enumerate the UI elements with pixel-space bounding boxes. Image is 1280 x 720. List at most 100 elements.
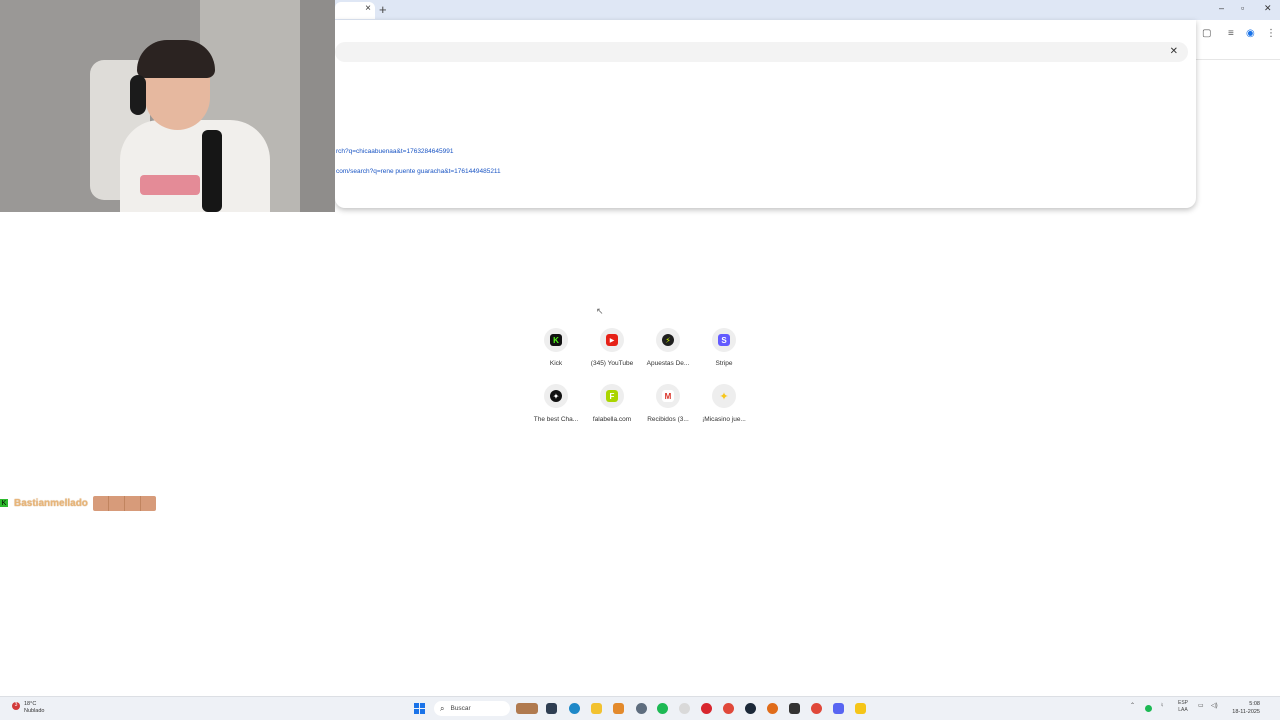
webcam-shadow [300, 0, 335, 212]
shortcut-icon-bg: S [712, 328, 736, 352]
weather-widget[interactable]: 3 18°C Nublado [12, 701, 45, 715]
tab-close-icon[interactable]: × [365, 3, 371, 14]
start-tile [414, 703, 419, 708]
shortcut-icon-bg: M [656, 384, 680, 408]
shortcut-label: The best Cha... [533, 416, 579, 423]
omnibox-suggestion[interactable]: com/search?q=rene puente guaracha&t=1761… [336, 168, 501, 175]
desktop-screen: × + – ▫ ✕ ▢ ≡ ◉ ⋮ ✕ rch?q=chicaabuenaa&t… [0, 0, 1280, 720]
media-player-icon[interactable] [701, 703, 712, 714]
tray-mic-icon[interactable]: ♮ [1161, 702, 1163, 709]
shortcut-youtube[interactable]: ▶ (345) YouTube [584, 328, 640, 367]
youtube-icon: ▶ [606, 334, 618, 346]
microphone-icon [202, 130, 222, 212]
shortcut-falabella[interactable]: F falabella.com [584, 384, 640, 423]
app-orange-icon[interactable] [767, 703, 778, 714]
search-highlight-icon[interactable] [516, 703, 538, 714]
shortcut-gmail[interactable]: M Recibidos (3... [640, 384, 696, 423]
shortcut-micasino[interactable]: ✦ ¡Micasino jue... [696, 384, 752, 423]
chrome-icon[interactable] [723, 703, 734, 714]
omnibox-close-icon[interactable]: ✕ [1170, 46, 1178, 57]
task-view-icon[interactable] [546, 703, 557, 714]
shortcut-icon-bg: ▶ [600, 328, 624, 352]
app-a-icon[interactable] [613, 703, 624, 714]
chrome-profile-icon[interactable] [811, 703, 822, 714]
maximize-button[interactable]: ▫ [1241, 3, 1244, 13]
taskbar-search[interactable]: ⌕ Buscar [434, 701, 510, 716]
discord-icon[interactable] [833, 703, 844, 714]
shortcut-label: ¡Micasino jue... [702, 416, 746, 423]
gmail-icon: M [662, 390, 674, 402]
shortcut-label: falabella.com [592, 416, 632, 423]
weather-temp: 18°C [24, 701, 37, 707]
shortcut-label: Recibidos (3... [647, 416, 689, 423]
music-icon[interactable] [679, 703, 690, 714]
settings-icon[interactable] [636, 703, 647, 714]
address-bar-input[interactable] [335, 42, 1188, 62]
kick-badge-icon: K [0, 499, 8, 507]
windows-start-icon[interactable] [414, 703, 425, 714]
file-explorer-icon[interactable] [591, 703, 602, 714]
shortcut-label: (345) YouTube [590, 360, 634, 367]
edge-icon[interactable] [569, 703, 580, 714]
chat-username: Bastianmellado [14, 497, 88, 509]
shortcut-stripe[interactable]: S Stripe [696, 328, 752, 367]
minimize-button[interactable]: – [1219, 3, 1224, 13]
shortcut-icon-bg: ⚡ [656, 328, 680, 352]
kick-icon: K [550, 334, 562, 346]
shortcut-label: Apuestas De... [646, 360, 690, 367]
tray-spotify-icon[interactable] [1145, 705, 1152, 712]
lang-top: ESP [1178, 700, 1189, 706]
shortcut-icon-bg: F [600, 384, 624, 408]
taskbar-clock[interactable]: 5:08 18-11-2025 [1226, 700, 1260, 716]
shortcut-label: Kick [549, 360, 563, 367]
network-icon[interactable]: ▭ [1198, 702, 1204, 709]
lang-bottom: LAA [1178, 707, 1188, 713]
start-tile [414, 709, 419, 714]
search-label: Buscar [450, 705, 471, 712]
new-tab-button[interactable]: + [379, 2, 387, 17]
shortcut-apuestas[interactable]: ⚡ Apuestas De... [640, 328, 696, 367]
star-icon: ✦ [719, 390, 729, 403]
weather-badge-icon: 3 [12, 702, 20, 710]
spotify-icon[interactable] [657, 703, 668, 714]
omnibox-dropdown: ✕ rch?q=chicaabuenaa&t=1763284645991 com… [335, 20, 1196, 208]
shortcut-label: Stripe [715, 360, 733, 367]
start-tile [420, 703, 425, 708]
clock-time: 5:08 [1249, 701, 1260, 707]
chatgpt-icon: ✦ [550, 390, 562, 402]
menu-kebab-icon[interactable]: ⋮ [1266, 28, 1276, 39]
extensions-icon[interactable]: ▢ [1202, 28, 1211, 39]
shortcut-icon-bg: ✦ [712, 384, 736, 408]
downloads-icon[interactable]: ≡ [1228, 28, 1234, 39]
weather-condition: Nublado [24, 708, 45, 714]
webcam-overlay [0, 0, 335, 212]
windows-taskbar: 3 18°C Nublado ⌕ Buscar ⌃ ♮ ESP LAA ▭ ◁)… [0, 696, 1280, 720]
shortcut-icon-bg: ✦ [544, 384, 568, 408]
headphones-icon [130, 75, 146, 115]
start-tile [420, 709, 425, 714]
shirt-print [140, 175, 200, 195]
stripe-icon: S [718, 334, 730, 346]
shortcut-kick[interactable]: K Kick [528, 328, 584, 367]
browser-tab[interactable]: × [335, 2, 375, 19]
steam-icon[interactable] [745, 703, 756, 714]
falabella-icon: F [606, 390, 618, 402]
language-indicator[interactable]: ESP LAA [1178, 700, 1188, 714]
weather-text: 18°C Nublado [24, 701, 45, 715]
app-dark-icon[interactable] [789, 703, 800, 714]
volume-icon[interactable]: ◁) [1211, 702, 1218, 709]
chat-emotes-icon [92, 495, 156, 511]
profile-icon[interactable]: ◉ [1246, 28, 1255, 39]
omnibox-suggestion[interactable]: rch?q=chicaabuenaa&t=1763284645991 [336, 148, 453, 155]
close-window-button[interactable]: ✕ [1264, 3, 1272, 14]
bolt-icon: ⚡ [662, 334, 674, 346]
shortcut-chatgpt[interactable]: ✦ The best Cha... [528, 384, 584, 423]
app-yellow-icon[interactable] [855, 703, 866, 714]
shortcut-icon-bg: K [544, 328, 568, 352]
streamer-hair [137, 40, 215, 78]
search-icon: ⌕ [440, 703, 445, 713]
clock-date: 18-11-2025 [1232, 709, 1260, 715]
tray-chevron-icon[interactable]: ⌃ [1130, 702, 1135, 709]
streamer-body [120, 120, 270, 212]
stream-chat-message: K Bastianmellado [0, 495, 156, 511]
